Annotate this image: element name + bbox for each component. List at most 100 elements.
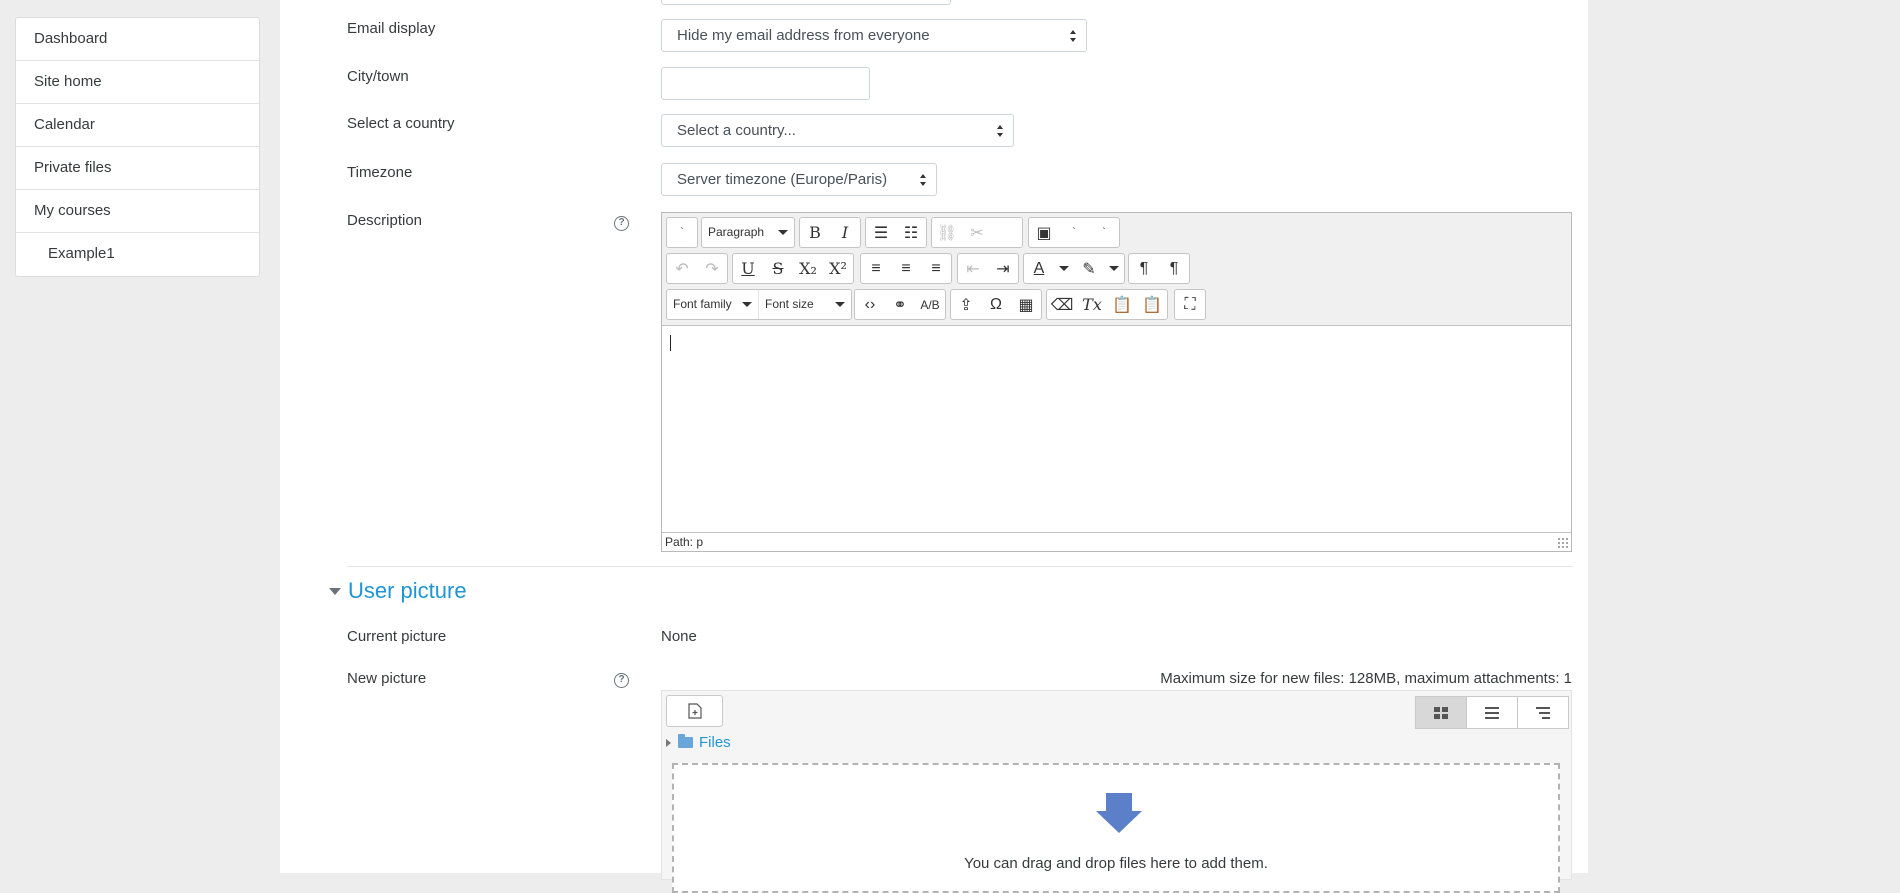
- add-file-button[interactable]: [666, 695, 723, 727]
- align-right-icon: ≡: [931, 259, 941, 277]
- expand-arrow-icon[interactable]: [666, 738, 671, 747]
- outdent-icon: ⇤: [966, 260, 980, 278]
- previous-field-edge: [661, 0, 951, 5]
- toolbar-group-history: ↶ ↷: [666, 253, 728, 284]
- chevron-down-icon: [742, 302, 752, 307]
- block-format-dropdown[interactable]: Paragraph: [702, 218, 794, 247]
- broom-icon: ⌫: [1050, 296, 1074, 314]
- section-header-user-picture[interactable]: User picture: [329, 578, 467, 604]
- superscript-button[interactable]: X²: [823, 254, 853, 283]
- file-drop-zone[interactable]: You can drag and drop files here to add …: [672, 763, 1560, 893]
- underline-icon: U: [741, 259, 755, 278]
- paste-text-button[interactable]: 📋: [1107, 290, 1137, 319]
- editor-statusbar: Path: p: [662, 532, 1571, 551]
- bold-button[interactable]: B: [800, 218, 830, 247]
- editor-text-area[interactable]: [662, 327, 1571, 534]
- find-replace-button[interactable]: ⚭: [885, 290, 915, 319]
- bullet-list-button[interactable]: ☰: [866, 218, 896, 247]
- clear-format-icon: Tx: [1082, 295, 1102, 314]
- background-color-button[interactable]: ✎: [1074, 254, 1104, 283]
- chevron-down-icon: [1109, 266, 1119, 271]
- upload-button[interactable]: ⇪: [951, 290, 981, 319]
- country-select[interactable]: Select a country...: [661, 114, 1014, 147]
- toolbar-group-text: U S X₂ X²: [732, 253, 854, 284]
- underline-button[interactable]: U: [733, 254, 763, 283]
- link-button[interactable]: ⛓: [932, 218, 962, 247]
- cleanup-button[interactable]: ⌫: [1047, 290, 1077, 319]
- section-divider: [347, 566, 1573, 567]
- nav-item-private-files[interactable]: Private files: [16, 147, 259, 190]
- ltr-icon: ¶: [1139, 259, 1149, 277]
- outdent-button[interactable]: ⇤: [958, 254, 988, 283]
- tree-icon: [1536, 706, 1550, 719]
- binoculars-icon: ⚭: [893, 296, 907, 314]
- paste-text-icon: 📋: [1112, 296, 1132, 314]
- nav-item-site-home[interactable]: Site home: [16, 61, 259, 104]
- clear-formatting-button[interactable]: Tx: [1077, 290, 1107, 319]
- toolbar-group-colors: A ✎: [1023, 253, 1125, 284]
- strikethrough-icon: S: [772, 259, 784, 278]
- unlink-button[interactable]: ✂: [962, 218, 992, 247]
- text-color-button[interactable]: A: [1024, 254, 1054, 283]
- email-display-value: Hide my email address from everyone: [677, 27, 930, 44]
- ltr-button[interactable]: ¶: [1129, 254, 1159, 283]
- nav-item-my-courses[interactable]: My courses: [16, 190, 259, 233]
- city-input[interactable]: [661, 67, 870, 100]
- new-picture-label: New picture: [347, 670, 427, 687]
- redo-button[interactable]: ↷: [697, 254, 727, 283]
- table-button[interactable]: ▦: [1011, 290, 1041, 319]
- font-size-dropdown[interactable]: Font size: [759, 290, 851, 319]
- view-tree-button[interactable]: [1517, 696, 1569, 729]
- font-family-value: Font family: [673, 297, 732, 311]
- rtl-button[interactable]: ¶: [1159, 254, 1189, 283]
- subscript-button[interactable]: X₂: [793, 254, 823, 283]
- source-code-button[interactable]: ‹›: [855, 290, 885, 319]
- align-right-button[interactable]: ≡: [921, 254, 951, 283]
- toolbar-group-align: ≡ ≡ ≡: [860, 253, 952, 284]
- country-label: Select a country: [347, 115, 455, 132]
- fullscreen-icon: ⛶: [1184, 295, 1196, 313]
- numbered-list-button[interactable]: ☷: [896, 218, 926, 247]
- image-button[interactable]: ▣: [1029, 218, 1059, 247]
- drop-instructions: You can drag and drop files here to add …: [964, 855, 1268, 872]
- help-icon[interactable]: ?: [614, 216, 629, 231]
- code-icon: ‹›: [864, 295, 876, 313]
- nav-item-calendar[interactable]: Calendar: [16, 104, 259, 147]
- text-color-dropdown[interactable]: [1054, 254, 1074, 283]
- city-label: City/town: [347, 68, 409, 85]
- fullscreen-button[interactable]: ⛶: [1175, 290, 1205, 319]
- grid-icon: [1434, 706, 1448, 719]
- italic-button[interactable]: I: [830, 218, 860, 247]
- files-folder-link[interactable]: Files: [699, 734, 731, 751]
- email-display-select[interactable]: Hide my email address from everyone: [661, 19, 1087, 52]
- indent-button[interactable]: ⇥: [988, 254, 1018, 283]
- toolbar-toggle-button[interactable]: `: [667, 218, 697, 247]
- timezone-select[interactable]: Server timezone (Europe/Paris): [661, 163, 937, 196]
- align-center-button[interactable]: ≡: [891, 254, 921, 283]
- toolbar-group-toggle: `: [666, 217, 698, 248]
- help-icon[interactable]: ?: [614, 673, 629, 688]
- align-left-button[interactable]: ≡: [861, 254, 891, 283]
- italic-icon: I: [841, 223, 849, 242]
- nav-item-course-example1[interactable]: Example1: [16, 233, 259, 276]
- view-list-button[interactable]: [1466, 696, 1518, 729]
- media-icon: `: [1072, 227, 1076, 238]
- media-button[interactable]: `: [1059, 218, 1089, 247]
- select-caret-icon: [920, 174, 927, 186]
- spellcheck-button[interactable]: A/B: [915, 290, 945, 319]
- strikethrough-button[interactable]: S: [763, 254, 793, 283]
- rtl-icon: ¶: [1169, 259, 1179, 277]
- font-family-dropdown[interactable]: Font family: [667, 290, 759, 319]
- resize-handle-icon[interactable]: [1557, 537, 1569, 549]
- special-char-button[interactable]: Ω: [981, 290, 1011, 319]
- background-color-dropdown[interactable]: [1104, 254, 1124, 283]
- paste-word-button[interactable]: 📋: [1137, 290, 1167, 319]
- nav-item-dashboard[interactable]: Dashboard: [16, 18, 259, 61]
- undo-icon: ↶: [675, 260, 689, 278]
- view-icons-button[interactable]: [1415, 696, 1467, 729]
- manage-files-button[interactable]: `: [1089, 218, 1119, 247]
- toolbar-group-links: ⛓ ✂: [931, 217, 1023, 248]
- undo-button[interactable]: ↶: [667, 254, 697, 283]
- editor-toolbar: ` Paragraph B I ☰ ☷ ⛓ ✂ ▣ ` ` ↶ ↷ U S X₂…: [662, 213, 1571, 326]
- anchor-button[interactable]: [992, 218, 1022, 247]
